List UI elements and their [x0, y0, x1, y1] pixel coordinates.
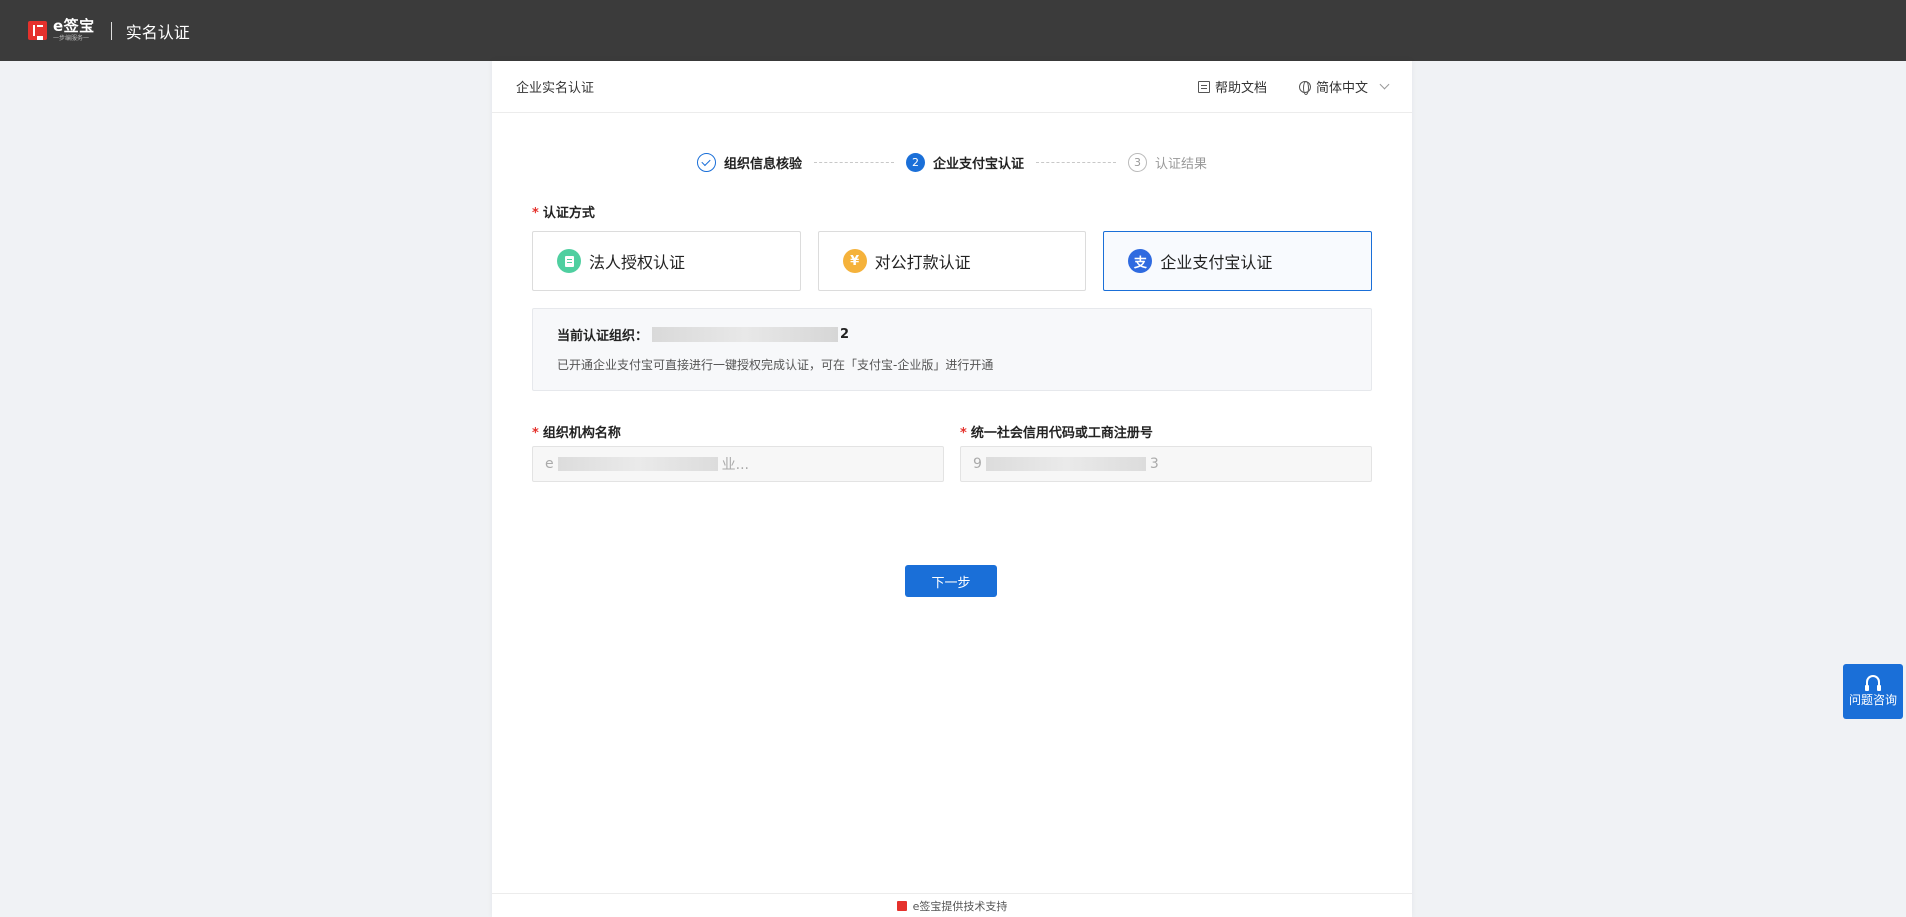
- card-title: 企业实名认证: [516, 81, 595, 96]
- org-name-field[interactable]: e 业...: [532, 446, 944, 482]
- document-icon: [557, 249, 581, 273]
- header-divider: [110, 21, 112, 40]
- esign-logo-icon: [896, 900, 907, 911]
- auth-method-options: 法人授权认证 ¥ 对公打款认证 支 企业支付宝认证: [532, 231, 1373, 291]
- org-name-label: * 组织机构名称: [532, 426, 621, 441]
- yuan-icon: ¥: [842, 249, 867, 273]
- language-select[interactable]: 简体中文: [1298, 77, 1390, 96]
- alipay-icon: 支: [1128, 249, 1153, 273]
- next-step-button[interactable]: 下一步: [905, 565, 997, 597]
- globe-icon: [1298, 80, 1311, 95]
- step-label: 企业支付宝认证: [932, 157, 1024, 172]
- method-corporate-transfer[interactable]: ¥ 对公打款认证: [817, 231, 1087, 291]
- info-description: 已开通企业支付宝可直接进行一键授权完成认证，可在「支付宝-企业版」进行开通: [557, 358, 994, 372]
- credit-code-field[interactable]: 9 3: [960, 446, 1372, 482]
- method-alipay-enterprise[interactable]: 支 企业支付宝认证: [1103, 231, 1373, 291]
- document-icon: [1197, 80, 1210, 93]
- redacted-org-name: [652, 327, 839, 342]
- chevron-down-icon: [1379, 79, 1390, 90]
- step-number: 2: [905, 153, 925, 172]
- step-result: 3 认证结果: [1128, 153, 1207, 172]
- step-number: 3: [1128, 153, 1147, 172]
- method-label: 企业支付宝认证: [1160, 253, 1273, 272]
- logo-icon: [28, 21, 47, 40]
- step-indicator: 组织信息核验 2 企业支付宝认证 3 认证结果: [492, 153, 1412, 172]
- method-label: 法人授权认证: [589, 253, 686, 272]
- step-connector: [1036, 162, 1116, 163]
- help-doc-link[interactable]: 帮助文档: [1197, 77, 1267, 96]
- language-label: 简体中文: [1315, 81, 1368, 96]
- required-mark: *: [960, 426, 967, 441]
- current-org-title: 当前认证组织： 2: [557, 327, 850, 344]
- consult-float-button[interactable]: 问题咨询: [1843, 664, 1903, 719]
- credit-code-label: * 统一社会信用代码或工商注册号: [960, 426, 1153, 441]
- esign-logo[interactable]: e签宝 一步编服务一: [28, 19, 95, 42]
- redacted-value: [557, 457, 718, 471]
- help-doc-label: 帮助文档: [1214, 81, 1267, 96]
- step-org-verify: 组织信息核验: [696, 153, 802, 172]
- card-header: 企业实名认证 帮助文档 简体中文: [492, 61, 1412, 113]
- auth-method-label: * 认证方式: [532, 206, 595, 221]
- check-circle-icon: [696, 153, 716, 172]
- footer-text: e签宝提供技术支持: [912, 899, 1008, 913]
- step-label: 认证结果: [1155, 157, 1208, 172]
- top-bar: e签宝 一步编服务一 实名认证: [0, 0, 1906, 61]
- method-legal-rep-auth[interactable]: 法人授权认证: [532, 231, 801, 291]
- step-alipay-auth: 2 企业支付宝认证: [905, 153, 1024, 172]
- logo-subtext: 一步编服务一: [53, 35, 90, 42]
- page-title: 实名认证: [125, 22, 190, 42]
- headset-icon: [1865, 675, 1881, 691]
- logo-text: e签宝: [53, 17, 95, 35]
- footer: e签宝提供技术支持: [492, 893, 1412, 917]
- current-org-info: 当前认证组织： 2 已开通企业支付宝可直接进行一键授权完成认证，可在「支付宝-企…: [532, 308, 1372, 391]
- step-label: 组织信息核验: [723, 157, 802, 172]
- redacted-value: [985, 457, 1146, 471]
- consult-label: 问题咨询: [1848, 693, 1897, 707]
- required-mark: *: [532, 206, 539, 221]
- main-card: 企业实名认证 帮助文档 简体中文 组织信息核验 2 企业支付宝认证 3 认证结果…: [492, 61, 1412, 917]
- required-mark: *: [532, 426, 539, 441]
- method-label: 对公打款认证: [874, 253, 971, 272]
- step-connector: [813, 162, 894, 163]
